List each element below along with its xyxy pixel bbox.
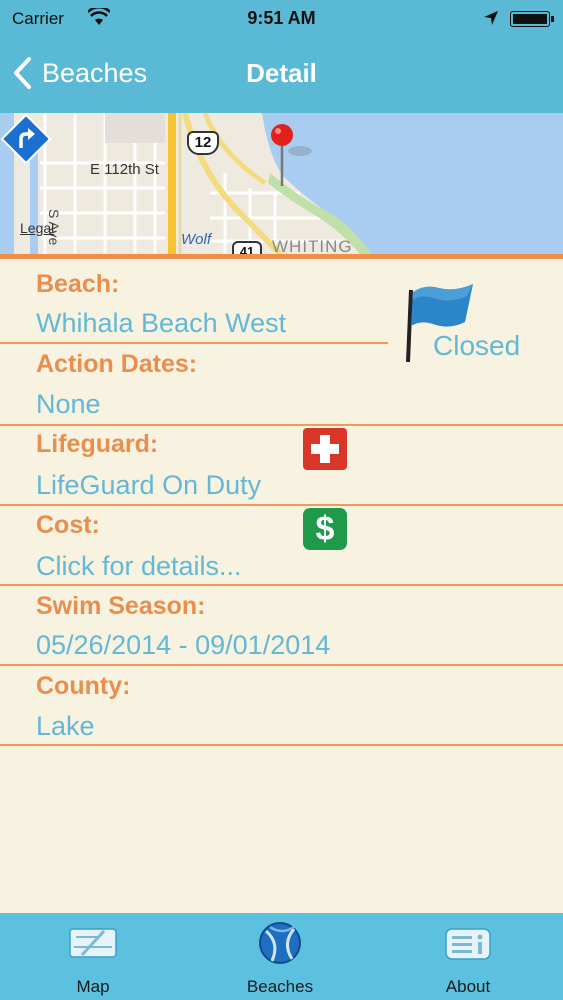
lifeguard-label: Lifeguard: [36,430,159,458]
tab-beaches-label: Beaches [246,977,314,996]
cost-label: Cost: [36,511,100,539]
beach-ball-icon [259,922,301,964]
swim-season-label: Swim Season: [36,592,206,620]
tab-bar: Map Beaches About [0,913,563,1000]
status-bar: Carrier 9:51 AM [0,6,563,32]
tab-beaches[interactable]: Beaches [210,913,350,1000]
county-value: Lake [36,711,95,741]
route-shield-12: 12 [187,131,219,155]
county-label: County: [36,672,131,700]
divider [0,584,563,586]
directions-icon[interactable] [0,113,52,165]
tab-map[interactable]: Map [23,913,163,1000]
map-pin-icon[interactable] [268,121,296,189]
beach-value: Whihala Beach West [36,308,287,338]
flag-status: Closed [433,330,521,361]
location-arrow-icon [484,11,498,25]
page-title: Detail [246,58,317,88]
nav-bar: Beaches Detail [0,50,563,100]
map-icon [69,928,117,958]
cost-details-link[interactable]: Click for details... [36,551,242,582]
battery-icon [510,11,554,27]
header: Carrier 9:51 AM Beaches Detail [0,0,563,113]
tab-about-label: About [445,977,491,996]
divider [0,744,563,746]
legal-link[interactable]: Legal [20,220,54,236]
action-dates-label: Action Dates: [36,350,198,378]
status-time: 9:51 AM [247,8,316,28]
first-aid-icon [303,428,347,470]
lifeguard-value: LifeGuard On Duty [36,470,262,500]
info-icon [445,928,491,960]
divider [0,342,388,344]
action-dates-value: None [36,389,101,419]
town-label: WHITING [272,237,353,254]
divider [0,664,563,666]
map-view[interactable]: 12 E 112th St S Ave Wolf WHITING 41 Lega… [0,113,563,254]
route-shield-41: 41 [232,241,262,254]
street-label: E 112th St [90,161,159,178]
beach-label: Beach: [36,270,120,298]
tab-map-label: Map [76,977,110,996]
tab-about[interactable]: About [398,913,538,1000]
map-divider [0,254,563,259]
divider [0,424,563,426]
dollar-icon[interactable]: $ [303,508,347,550]
swim-season-value: 05/26/2014 - 09/01/2014 [36,630,331,660]
wolf-label: Wolf [181,231,211,248]
divider [0,504,563,506]
